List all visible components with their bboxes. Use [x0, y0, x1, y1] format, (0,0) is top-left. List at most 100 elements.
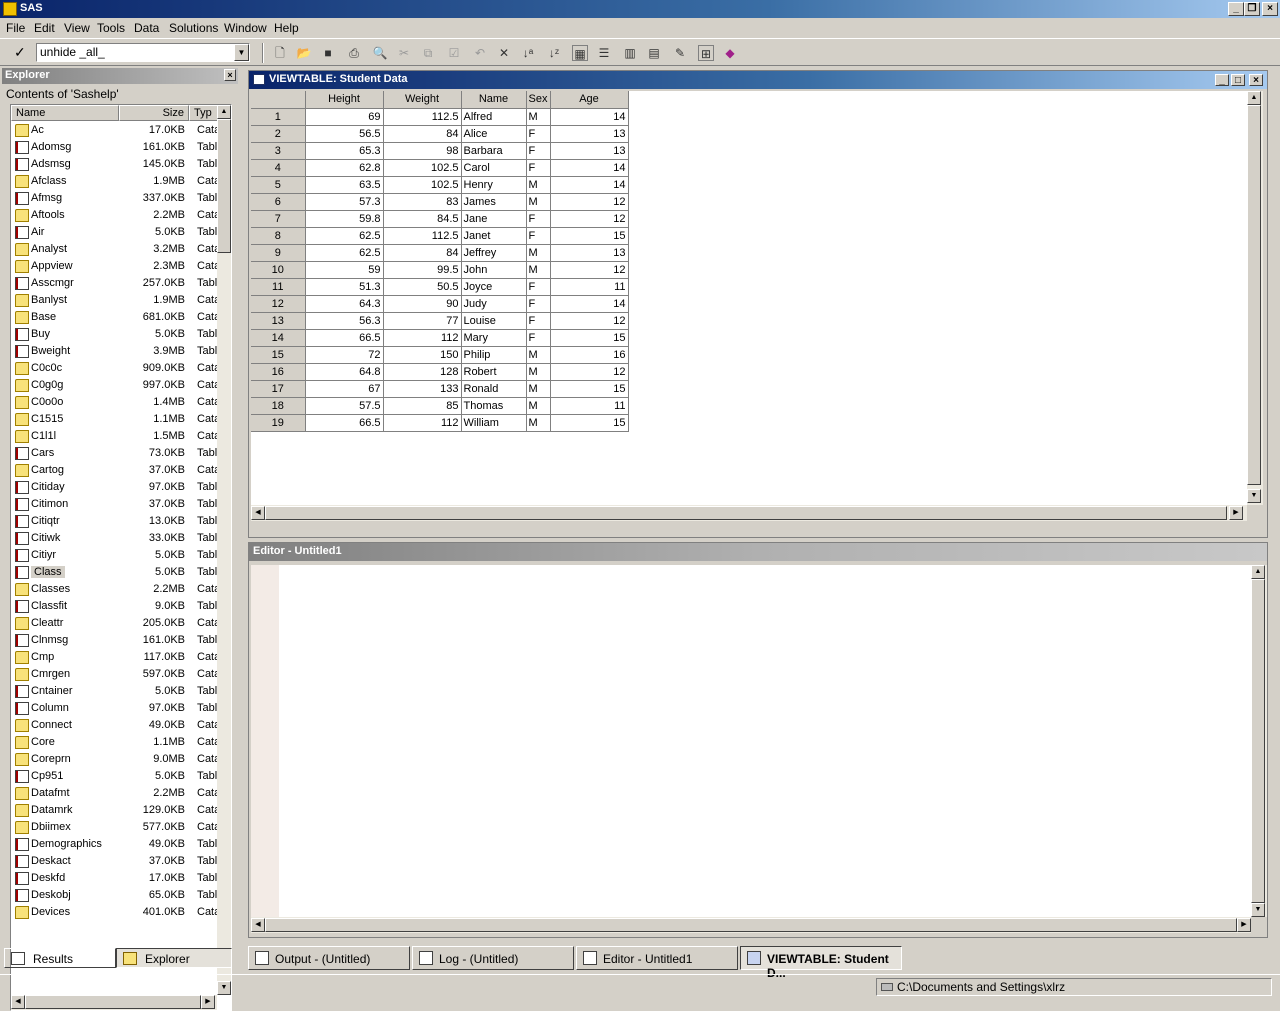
item-name[interactable]: Cars — [31, 447, 54, 459]
window-tab-editor-label[interactable]: Editor - Untitled1 — [603, 952, 692, 966]
column-header-name[interactable]: Name — [461, 91, 527, 109]
list-item[interactable]: Adsmsg 145.0KB Tabl — [11, 156, 221, 173]
close-icon[interactable]: × — [1249, 74, 1263, 86]
tab-results-label[interactable]: Results — [33, 952, 73, 966]
editor-horizontal-scrollbar[interactable]: ◀ ▶ — [251, 917, 1251, 933]
cell-height[interactable]: 62.5 — [305, 244, 384, 262]
cell-age[interactable]: 13 — [550, 142, 629, 160]
cell-name[interactable]: Louise — [461, 312, 527, 330]
row-number[interactable]: 1 — [251, 108, 306, 126]
table-row[interactable]: 6 57.3 83 James M 12 — [251, 193, 629, 211]
item-name[interactable]: Ac — [31, 124, 44, 136]
tab-explorer-label[interactable]: Explorer — [145, 952, 190, 966]
list-item[interactable]: Column 97.0KB Tabl — [11, 700, 221, 717]
cell-weight[interactable]: 84 — [383, 244, 462, 262]
item-name[interactable]: Class — [31, 566, 65, 578]
editor-text-area[interactable] — [251, 565, 1251, 917]
save-icon[interactable]: ■ — [320, 45, 336, 61]
scroll-thumb[interactable] — [217, 119, 231, 253]
menu-data[interactable]: Data — [134, 21, 159, 35]
list-item[interactable]: Datamrk 129.0KB Cata — [11, 802, 221, 819]
cell-height[interactable]: 59 — [305, 261, 384, 279]
item-name[interactable]: Air — [31, 226, 44, 238]
list-item[interactable]: Asscmgr 257.0KB Tabl — [11, 275, 221, 292]
list-item[interactable]: Citiday 97.0KB Tabl — [11, 479, 221, 496]
window-tab-output[interactable]: Output - (Untitled) — [248, 946, 410, 970]
cell-name[interactable]: Ronald — [461, 380, 527, 398]
cell-age[interactable]: 12 — [550, 363, 629, 381]
list-item[interactable]: Air 5.0KB Tabl — [11, 224, 221, 241]
item-name[interactable]: Cmrgen — [31, 668, 70, 680]
minimize-icon[interactable]: _ — [1228, 2, 1244, 16]
cell-height[interactable]: 65.3 — [305, 142, 384, 160]
column-header-weight[interactable]: Weight — [383, 91, 462, 109]
row-number[interactable]: 17 — [251, 380, 306, 398]
tab-results[interactable]: Results — [4, 948, 116, 968]
cell-sex[interactable]: F — [526, 278, 551, 296]
row-number[interactable]: 4 — [251, 159, 306, 177]
column-header-type[interactable]: Typ — [189, 105, 219, 121]
item-name[interactable]: Core — [31, 736, 55, 748]
cell-name[interactable]: Mary — [461, 329, 527, 347]
cell-height[interactable]: 57.3 — [305, 193, 384, 211]
table-row[interactable]: 8 62.5 112.5 Janet F 15 — [251, 227, 629, 245]
scroll-up-icon[interactable]: ▲ — [1247, 91, 1261, 105]
item-name[interactable]: Citiday — [31, 481, 65, 493]
item-name[interactable]: Cartog — [31, 464, 64, 476]
cell-name[interactable]: Barbara — [461, 142, 527, 160]
restore-icon[interactable]: ❐ — [1244, 2, 1260, 16]
item-name[interactable]: Afclass — [31, 175, 66, 187]
list-item[interactable]: C0o0o 1.4MB Cata — [11, 394, 221, 411]
cell-height[interactable]: 51.3 — [305, 278, 384, 296]
item-name[interactable]: Aftools — [31, 209, 65, 221]
cell-weight[interactable]: 84.5 — [383, 210, 462, 228]
item-name[interactable]: C0o0o — [31, 396, 63, 408]
list-item[interactable]: Bweight 3.9MB Tabl — [11, 343, 221, 360]
item-name[interactable]: Cmp — [31, 651, 54, 663]
cell-sex[interactable]: F — [526, 295, 551, 313]
item-name[interactable]: Classes — [31, 583, 70, 595]
scroll-thumb[interactable] — [265, 506, 1227, 520]
row-number[interactable]: 3 — [251, 142, 306, 160]
menu-view[interactable]: View — [64, 21, 90, 35]
scroll-thumb[interactable] — [265, 918, 1237, 932]
cell-weight[interactable]: 102.5 — [383, 176, 462, 194]
scroll-left-icon[interactable]: ◀ — [251, 918, 265, 932]
chevron-down-icon[interactable]: ▼ — [234, 44, 249, 61]
cell-age[interactable]: 14 — [550, 176, 629, 194]
scroll-thumb[interactable] — [1247, 105, 1261, 485]
item-name[interactable]: Cleattr — [31, 617, 63, 629]
list-item[interactable]: C0g0g 997.0KB Cata — [11, 377, 221, 394]
item-name[interactable]: Datamrk — [31, 804, 73, 816]
viewtable-horizontal-scrollbar[interactable]: ◀ ▶ — [251, 505, 1247, 521]
cell-age[interactable]: 15 — [550, 414, 629, 432]
table-row[interactable]: 10 59 99.5 John M 12 — [251, 261, 629, 279]
cell-sex[interactable]: M — [526, 380, 551, 398]
column-header-sex[interactable]: Sex — [526, 91, 551, 109]
scroll-down-icon[interactable]: ▼ — [1251, 903, 1265, 917]
list-item[interactable]: Citiwk 33.0KB Tabl — [11, 530, 221, 547]
editor-vertical-scrollbar[interactable]: ▲ ▼ — [1251, 565, 1267, 917]
command-box[interactable]: unhide _all_ ▼ — [36, 43, 250, 62]
item-name[interactable]: C1515 — [31, 413, 63, 425]
item-name[interactable]: Deskact — [31, 855, 71, 867]
menu-solutions[interactable]: Solutions — [169, 21, 218, 35]
list-item[interactable]: Buy 5.0KB Tabl — [11, 326, 221, 343]
list-item[interactable]: Core 1.1MB Cata — [11, 734, 221, 751]
scroll-left-icon[interactable]: ◀ — [251, 506, 265, 520]
list-item[interactable]: Analyst 3.2MB Cata — [11, 241, 221, 258]
item-name[interactable]: Column — [31, 702, 69, 714]
print-icon[interactable]: ⎙ — [346, 45, 362, 61]
item-name[interactable]: C0g0g — [31, 379, 63, 391]
cell-weight[interactable]: 128 — [383, 363, 462, 381]
cell-height[interactable]: 67 — [305, 380, 384, 398]
table-row[interactable]: 7 59.8 84.5 Jane F 12 — [251, 210, 629, 228]
scroll-right-icon[interactable]: ▶ — [1229, 506, 1243, 520]
cell-weight[interactable]: 133 — [383, 380, 462, 398]
item-name[interactable]: Cntainer — [31, 685, 73, 697]
minimize-icon[interactable]: _ — [1215, 74, 1229, 86]
cell-sex[interactable]: F — [526, 159, 551, 177]
table-row[interactable]: 4 62.8 102.5 Carol F 14 — [251, 159, 629, 177]
close-icon[interactable]: × — [224, 69, 236, 81]
cell-weight[interactable]: 112.5 — [383, 227, 462, 245]
